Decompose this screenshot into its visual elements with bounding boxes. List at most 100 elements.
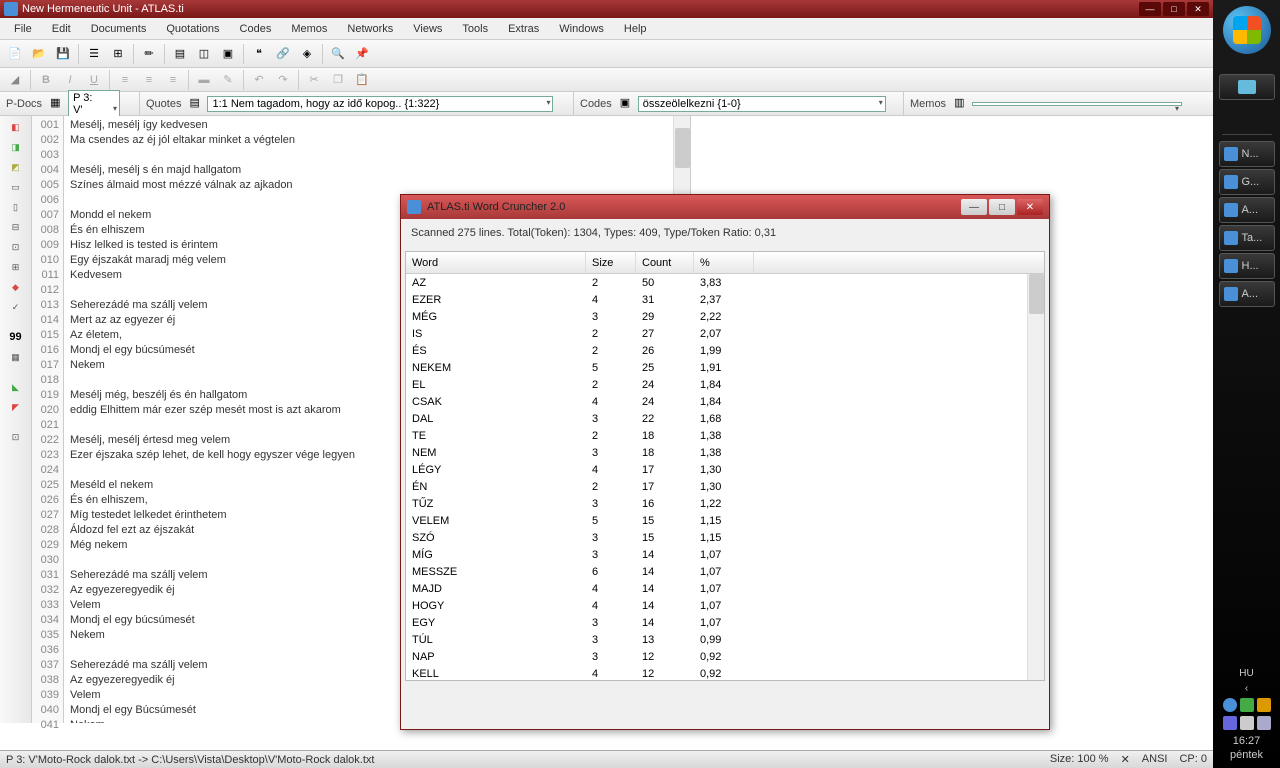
language-indicator[interactable]: HU	[1239, 668, 1253, 679]
col-count[interactable]: Count	[636, 252, 694, 273]
sidebar-tool-8[interactable]: ⊞	[2, 258, 30, 276]
taskbar-item[interactable]: N...	[1219, 141, 1275, 167]
menu-codes[interactable]: Codes	[230, 21, 282, 37]
table-row[interactable]: TE2181,38	[406, 427, 1044, 444]
menu-networks[interactable]: Networks	[337, 21, 403, 37]
undo-icon[interactable]: ↶	[248, 69, 270, 91]
highlight2-icon[interactable]: ✎	[217, 69, 239, 91]
tree-icon[interactable]: ⊞	[107, 43, 129, 65]
table-row[interactable]: LÉGY4171,30	[406, 461, 1044, 478]
sidebar-tool-6[interactable]: ⊟	[2, 218, 30, 236]
memos-dropdown[interactable]	[972, 102, 1182, 106]
menu-file[interactable]: File	[4, 21, 42, 37]
list-icon[interactable]: ☰	[83, 43, 105, 65]
sidebar-tool-13[interactable]: ◤	[2, 398, 30, 416]
link-icon[interactable]: 🔗	[272, 43, 294, 65]
font-icon[interactable]: ◢	[4, 69, 26, 91]
sidebar-tool-5[interactable]: ▯	[2, 198, 30, 216]
memos-icon[interactable]: ▥	[954, 96, 970, 112]
tray-icon-4[interactable]	[1223, 716, 1237, 730]
taskbar-item[interactable]: Ta...	[1219, 225, 1275, 251]
sidebar-tool-3[interactable]: ◩	[2, 158, 30, 176]
table-scrollbar[interactable]	[1027, 274, 1044, 680]
dialog-close-button[interactable]: ✕	[1017, 199, 1043, 215]
col-word[interactable]: Word	[406, 252, 586, 273]
sidebar-99[interactable]: 99	[2, 328, 30, 346]
color-icon[interactable]: ▬	[193, 69, 215, 91]
tray-icon-5[interactable]	[1240, 716, 1254, 730]
taskbar-item[interactable]: H...	[1219, 253, 1275, 279]
quotes-dropdown[interactable]: 1:1 Nem tagadom, hogy az idő kopog.. {1:…	[207, 96, 553, 112]
show-desktop-button[interactable]	[1219, 74, 1275, 100]
col-pct[interactable]: %	[694, 252, 754, 273]
dialog-titlebar[interactable]: ATLAS.ti Word Cruncher 2.0 — □ ✕	[401, 195, 1049, 219]
maximize-button[interactable]: □	[1163, 2, 1185, 16]
clock[interactable]: 16:27 péntek	[1230, 734, 1263, 762]
table-row[interactable]: NEM3181,38	[406, 444, 1044, 461]
table-row[interactable]: TÚL3130,99	[406, 631, 1044, 648]
underline-button[interactable]: U	[83, 69, 105, 91]
dialog-maximize-button[interactable]: □	[989, 199, 1015, 215]
table-row[interactable]: KELL4120,92	[406, 665, 1044, 680]
code-icon[interactable]: ▤	[169, 43, 191, 65]
new-icon[interactable]: 📄	[4, 43, 26, 65]
volume-icon[interactable]	[1257, 716, 1271, 730]
dialog-minimize-button[interactable]: —	[961, 199, 987, 215]
menu-tools[interactable]: Tools	[452, 21, 498, 37]
bold-button[interactable]: B	[35, 69, 57, 91]
table-row[interactable]: AZ2503,83	[406, 274, 1044, 291]
close-button[interactable]: ✕	[1187, 2, 1209, 16]
menu-memos[interactable]: Memos	[281, 21, 337, 37]
table-row[interactable]: MAJD4141,07	[406, 580, 1044, 597]
codes-icon[interactable]: ▣	[620, 96, 636, 112]
menu-extras[interactable]: Extras	[498, 21, 549, 37]
table-row[interactable]: SZÓ3151,15	[406, 529, 1044, 546]
align-center-icon[interactable]: ≡	[138, 69, 160, 91]
sidebar-tool-2[interactable]: ◨	[2, 138, 30, 156]
menu-documents[interactable]: Documents	[81, 21, 157, 37]
table-row[interactable]: ÉN2171,30	[406, 478, 1044, 495]
menu-quotations[interactable]: Quotations	[156, 21, 229, 37]
menu-windows[interactable]: Windows	[549, 21, 614, 37]
sidebar-tool-11[interactable]: ▦	[2, 348, 30, 366]
table-row[interactable]: EZER4312,37	[406, 291, 1044, 308]
sidebar-tool-9[interactable]: ◆	[2, 278, 30, 296]
search-icon[interactable]: 🔍	[327, 43, 349, 65]
network-icon[interactable]: ◫	[193, 43, 215, 65]
copy-icon[interactable]: ❐	[327, 69, 349, 91]
pdocs-icon[interactable]: ▦	[50, 96, 66, 112]
sidebar-tool-4[interactable]: ▭	[2, 178, 30, 196]
tray-icon-3[interactable]	[1257, 698, 1271, 712]
sidebar-tool-1[interactable]: ◧	[2, 118, 30, 136]
align-right-icon[interactable]: ≡	[162, 69, 184, 91]
paste-icon[interactable]: 📋	[351, 69, 373, 91]
menu-edit[interactable]: Edit	[42, 21, 81, 37]
table-row[interactable]: IS2272,07	[406, 325, 1044, 342]
sidebar-tool-7[interactable]: ⊡	[2, 238, 30, 256]
highlight-icon[interactable]: ✏	[138, 43, 160, 65]
tray-chevron-icon[interactable]: ‹	[1245, 683, 1248, 694]
table-row[interactable]: VELEM5151,15	[406, 512, 1044, 529]
redo-icon[interactable]: ↷	[272, 69, 294, 91]
tray-icon-2[interactable]	[1240, 698, 1254, 712]
table-row[interactable]: ÉS2261,99	[406, 342, 1044, 359]
pin-icon[interactable]: 📌	[351, 43, 373, 65]
taskbar-item[interactable]: G...	[1219, 169, 1275, 195]
table-row[interactable]: CSAK4241,84	[406, 393, 1044, 410]
sidebar-tool-12[interactable]: ◣	[2, 378, 30, 396]
taskbar-item[interactable]: A...	[1219, 281, 1275, 307]
sidebar-tool-14[interactable]: ⊡	[2, 428, 30, 446]
table-row[interactable]: MESSZE6141,07	[406, 563, 1044, 580]
tray-icon-1[interactable]	[1223, 698, 1237, 712]
graph-icon[interactable]: ◈	[296, 43, 318, 65]
align-left-icon[interactable]: ≡	[114, 69, 136, 91]
table-row[interactable]: DAL3221,68	[406, 410, 1044, 427]
memo-icon[interactable]: ▣	[217, 43, 239, 65]
col-size[interactable]: Size	[586, 252, 636, 273]
italic-button[interactable]: I	[59, 69, 81, 91]
save-icon[interactable]: 💾	[52, 43, 74, 65]
quote-icon[interactable]: ❝	[248, 43, 270, 65]
sidebar-tool-10[interactable]: ✓	[2, 298, 30, 316]
menu-views[interactable]: Views	[403, 21, 452, 37]
taskbar-item[interactable]: A...	[1219, 197, 1275, 223]
